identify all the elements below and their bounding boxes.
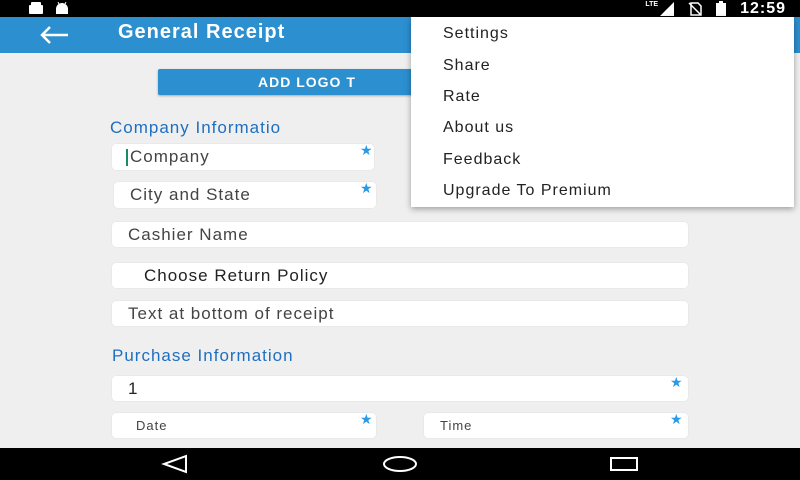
menu-item-share[interactable]: Share xyxy=(443,57,491,75)
time-field[interactable]: Time xyxy=(424,413,688,438)
required-star-icon: ★ xyxy=(360,411,373,427)
company-field[interactable]: Company xyxy=(112,144,374,170)
back-triangle-icon[interactable] xyxy=(160,454,190,474)
status-bar-notifications xyxy=(28,2,70,14)
lte-label: LTE xyxy=(645,1,659,8)
notification-icon xyxy=(29,2,43,14)
menu-item-rate[interactable]: Rate xyxy=(443,88,481,106)
overflow-menu: Settings Share Rate About us Feedback Up… xyxy=(411,17,794,207)
add-logo-button[interactable]: ADD LOGO T xyxy=(158,69,418,95)
no-sim-icon xyxy=(688,1,702,16)
status-bar: LTE 12:59 xyxy=(0,0,800,17)
cashier-name-field[interactable]: Cashier Name xyxy=(112,222,688,247)
cashier-placeholder: Cashier Name xyxy=(128,224,249,244)
receipt-number-field[interactable]: 1 xyxy=(112,376,688,401)
android-icon xyxy=(56,2,68,14)
status-time: 12:59 xyxy=(740,0,786,17)
city-state-placeholder: City and State xyxy=(130,185,251,204)
bottom-text-placeholder: Text at bottom of receipt xyxy=(128,303,335,323)
return-policy-label: Choose Return Policy xyxy=(144,265,329,285)
company-section-title: Company Informatio xyxy=(110,118,282,137)
battery-icon xyxy=(716,1,727,16)
page-title: General Receipt xyxy=(118,21,286,43)
back-arrow-icon[interactable] xyxy=(36,23,72,47)
navigation-bar xyxy=(0,448,800,480)
receipt-number-value: 1 xyxy=(128,378,139,398)
required-star-icon: ★ xyxy=(360,180,373,196)
home-circle-icon[interactable] xyxy=(382,454,418,474)
purchase-section-title: Purchase Information xyxy=(112,346,294,365)
menu-item-settings[interactable]: Settings xyxy=(443,25,509,43)
required-star-icon: ★ xyxy=(670,411,683,427)
time-placeholder: Time xyxy=(440,418,473,433)
menu-item-feedback[interactable]: Feedback xyxy=(443,151,521,169)
text-cursor xyxy=(126,148,128,166)
menu-item-about-us[interactable]: About us xyxy=(443,119,514,137)
date-field[interactable]: Date xyxy=(112,413,376,438)
required-star-icon: ★ xyxy=(360,142,373,158)
city-state-field[interactable]: City and State xyxy=(114,182,376,208)
lte-signal-icon: LTE xyxy=(645,1,675,16)
required-star-icon: ★ xyxy=(670,374,683,390)
return-policy-dropdown[interactable]: Choose Return Policy xyxy=(112,263,688,288)
recents-square-icon[interactable] xyxy=(608,454,640,474)
date-placeholder: Date xyxy=(136,418,168,433)
bottom-text-field[interactable]: Text at bottom of receipt xyxy=(112,301,688,326)
menu-item-upgrade[interactable]: Upgrade To Premium xyxy=(443,182,612,200)
company-placeholder: Company xyxy=(130,147,210,166)
